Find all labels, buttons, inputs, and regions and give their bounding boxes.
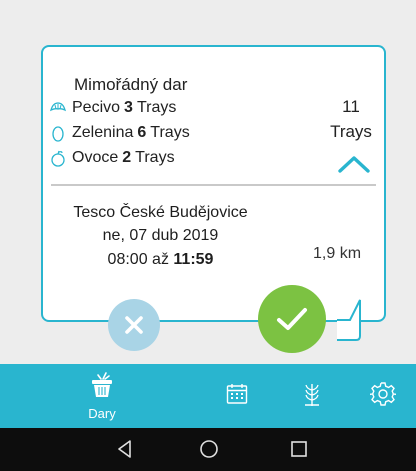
checkmark-icon xyxy=(277,308,307,330)
offer-item-ovoce: Ovoce 2 Trays xyxy=(49,149,175,167)
accept-button[interactable] xyxy=(258,285,326,353)
close-icon xyxy=(125,316,143,334)
calendar-icon xyxy=(225,382,249,411)
time-from: 08:00 xyxy=(107,251,148,268)
offer-item-name: Ovoce xyxy=(72,149,119,166)
basket-icon xyxy=(89,371,115,404)
offer-item-unit: Trays xyxy=(135,149,175,166)
offer-item-name: Pecivo xyxy=(72,99,121,116)
total-unit: Trays xyxy=(330,122,372,141)
nav-label: Dary xyxy=(88,406,116,421)
nav-item-wheat[interactable] xyxy=(297,364,327,428)
pickup-date: ne, 07 dub 2019 xyxy=(102,227,219,244)
divider xyxy=(51,184,376,186)
back-icon[interactable] xyxy=(114,438,136,465)
nav-item-settings[interactable] xyxy=(368,364,398,428)
store-name: Tesco České Budějovice xyxy=(73,204,248,221)
offer-title: Mimořádný dar xyxy=(74,75,188,94)
pickup-time: 08:00 až 11:59 xyxy=(43,251,278,269)
offer-item-name: Zelenina xyxy=(72,124,134,141)
distance: 1,9 km xyxy=(313,245,362,262)
system-nav-bar xyxy=(0,428,416,471)
time-separator: až xyxy=(152,251,169,268)
vegetable-icon xyxy=(49,124,67,142)
offer-item-count: 3 xyxy=(124,99,133,116)
recents-icon[interactable] xyxy=(288,438,310,465)
offer-item-pecivo: Pecivo 3 Trays xyxy=(49,99,176,117)
offer-item-zelenina: Zelenina 6 Trays xyxy=(49,124,190,142)
donation-card[interactable]: Mimořádný dar Pecivo 3 Trays Zelenina 6 … xyxy=(41,45,386,322)
apple-icon xyxy=(49,149,67,167)
gear-icon xyxy=(369,381,397,412)
offer-item-count: 6 xyxy=(137,124,147,141)
offer-item-unit: Trays xyxy=(150,124,190,141)
offer-item-count: 2 xyxy=(122,149,132,166)
offer-item-unit: Trays xyxy=(136,99,177,116)
total-count: 11 xyxy=(342,97,360,116)
home-icon[interactable] xyxy=(198,438,220,465)
time-to: 11:59 xyxy=(173,251,214,268)
card-tail xyxy=(337,299,361,341)
decline-button[interactable] xyxy=(108,299,160,351)
nav-item-dary[interactable]: Dary xyxy=(80,364,124,428)
chevron-up-icon[interactable] xyxy=(337,153,371,180)
wheat-icon xyxy=(300,380,324,413)
bottom-nav: Dary xyxy=(0,364,416,428)
croissant-icon xyxy=(49,99,67,117)
nav-item-calendar[interactable] xyxy=(222,364,252,428)
